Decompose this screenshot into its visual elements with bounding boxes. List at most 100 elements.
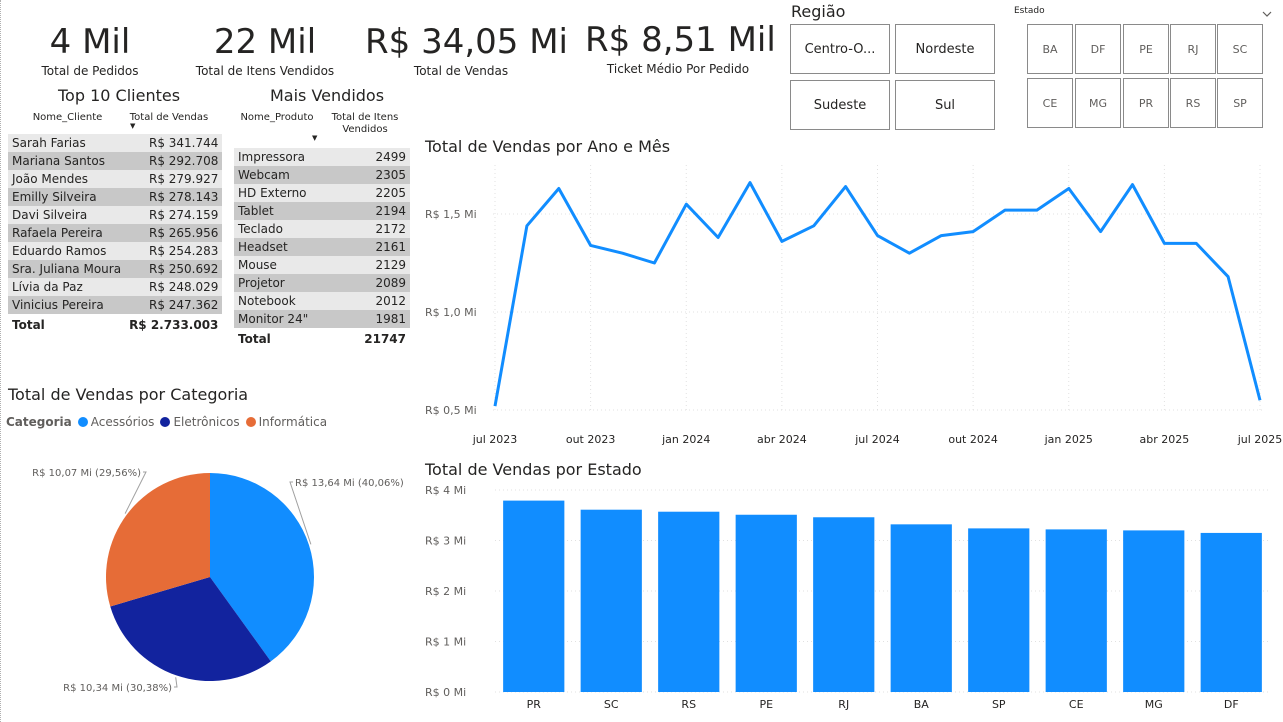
bar[interactable] [658, 511, 720, 692]
line-point[interactable] [1032, 205, 1042, 215]
table-row[interactable]: Sarah Farias R$ 341.744 [8, 134, 223, 152]
table-cell-value: R$ 274.159 [125, 206, 223, 224]
line-point[interactable] [1191, 238, 1201, 248]
line-point[interactable] [522, 221, 532, 231]
line-point[interactable] [649, 258, 659, 268]
bar[interactable] [1200, 532, 1262, 692]
y-tick-label: R$ 4 Mi [425, 484, 466, 497]
table-cell-name: Lívia da Paz [8, 278, 126, 296]
bar[interactable] [580, 509, 642, 692]
line-point[interactable] [1000, 205, 1010, 215]
table-row[interactable]: Davi Silveira R$ 274.159 [8, 206, 223, 224]
col-header-nome-cliente[interactable]: Nome_Cliente [20, 112, 115, 124]
bar[interactable] [968, 528, 1030, 692]
bar[interactable] [890, 524, 952, 692]
line-point[interactable] [1223, 272, 1233, 282]
line-point[interactable] [809, 221, 819, 231]
table-cell-name: Impressora [234, 148, 342, 166]
table-total-value: R$ 2.733.003 [125, 314, 223, 336]
legend-item-acessorios[interactable]: Acessórios [91, 415, 155, 429]
table-row[interactable]: Sra. Juliana Moura R$ 250.692 [8, 260, 223, 278]
bar[interactable] [735, 514, 797, 692]
table-row[interactable]: Impressora 2499 [234, 148, 410, 166]
kpi-value: 22 Mil [213, 22, 317, 62]
regiao-option-sudeste[interactable]: Sudeste [790, 80, 890, 130]
kpi-value: R$ 34,05 Mi [365, 22, 568, 62]
table-cell-name: Tablet [234, 202, 342, 220]
line-series[interactable] [493, 181, 1262, 407]
mais-vendidos-title: Mais Vendidos [270, 86, 385, 105]
table-row[interactable]: Lívia da Paz R$ 248.029 [8, 278, 223, 296]
estado-option-rj[interactable]: RJ [1170, 24, 1216, 74]
table-row[interactable]: Headset 2161 [234, 238, 410, 256]
table-row[interactable]: Mariana Santos R$ 292.708 [8, 152, 223, 170]
estado-option-sp[interactable]: SP [1217, 78, 1263, 128]
table-row[interactable]: Projetor 2089 [234, 274, 410, 292]
line-point[interactable] [1096, 227, 1106, 237]
line-point[interactable] [745, 178, 755, 188]
estado-option-ce[interactable]: CE [1027, 78, 1073, 128]
line-point[interactable] [1064, 184, 1074, 194]
line-point[interactable] [713, 233, 723, 243]
line-point[interactable] [968, 227, 978, 237]
line-point[interactable] [841, 182, 851, 192]
line-point[interactable] [936, 231, 946, 241]
line-point[interactable] [1159, 238, 1169, 248]
table-row[interactable]: Mouse 2129 [234, 256, 410, 274]
line-point[interactable] [618, 248, 628, 258]
table-row[interactable]: Eduardo Ramos R$ 254.283 [8, 242, 223, 260]
x-tick-label: out 2023 [566, 433, 616, 446]
estado-option-ba[interactable]: BA [1027, 24, 1073, 74]
table-cell-name: Sra. Juliana Moura [8, 260, 126, 278]
table-row[interactable]: Tablet 2194 [234, 202, 410, 220]
regiao-option-nordeste[interactable]: Nordeste [895, 24, 995, 74]
bar[interactable] [813, 517, 875, 692]
estado-option-sc[interactable]: SC [1217, 24, 1263, 74]
legend-item-informatica[interactable]: Informática [259, 415, 327, 429]
regiao-option-sul[interactable]: Sul [895, 80, 995, 130]
col-header-nome-produto[interactable]: Nome_Produto [236, 112, 318, 124]
table-row[interactable]: Vinicius Pereira R$ 247.362 [8, 296, 223, 314]
regiao-option-centro-oeste[interactable]: Centro-O... [790, 24, 890, 74]
table-cell-name: Vinicius Pereira [8, 296, 126, 314]
table-row[interactable]: Monitor 24" 1981 [234, 310, 410, 328]
line-point[interactable] [1255, 395, 1265, 405]
table-total-row: Total 21747 [234, 328, 410, 350]
table-row[interactable]: Rafaela Pereira R$ 265.956 [8, 224, 223, 242]
line-point[interactable] [777, 236, 787, 246]
top-clientes-title: Top 10 Clientes [58, 86, 181, 105]
x-tick-label: SC [604, 698, 619, 711]
estado-option-pr[interactable]: PR [1123, 78, 1169, 128]
col-header-total-itens[interactable]: Total de Itens Vendidos [327, 112, 403, 136]
line-point[interactable] [904, 248, 914, 258]
line-point[interactable] [873, 231, 883, 241]
x-tick-label: jul 2024 [854, 433, 900, 446]
estado-option-df[interactable]: DF [1075, 24, 1121, 74]
kpi-total-vendas: R$ 34,05 Mi Total de Vendas [365, 22, 568, 78]
estado-option-pe[interactable]: PE [1123, 24, 1169, 74]
pie-data-label: R$ 13,64 Mi (40,06%) [295, 478, 404, 489]
table-row[interactable]: HD Externo 2205 [234, 184, 410, 202]
table-row[interactable]: Emilly Silveira R$ 278.143 [8, 188, 223, 206]
col-header-total-vendas[interactable]: Total de Vendas [128, 112, 210, 124]
table-row[interactable]: João Mendes R$ 279.927 [8, 170, 223, 188]
table-cell-name: João Mendes [8, 170, 126, 188]
line-point[interactable] [490, 401, 500, 411]
x-tick-label: jul 2023 [472, 433, 518, 446]
line-point[interactable] [681, 199, 691, 209]
bar[interactable] [1045, 529, 1107, 692]
line-point[interactable] [1128, 180, 1138, 190]
table-row[interactable]: Notebook 2012 [234, 292, 410, 310]
legend-item-eletronicos[interactable]: Eletrônicos [173, 415, 239, 429]
table-row[interactable]: Teclado 2172 [234, 220, 410, 238]
line-point[interactable] [586, 240, 596, 250]
bar[interactable] [503, 500, 565, 692]
y-tick-label: R$ 1,5 Mi [425, 208, 477, 221]
estado-option-mg[interactable]: MG [1075, 78, 1121, 128]
chevron-down-icon[interactable] [1262, 4, 1272, 17]
estado-option-rs[interactable]: RS [1170, 78, 1216, 128]
table-row[interactable]: Webcam 2305 [234, 166, 410, 184]
bar-chart-title: Total de Vendas por Estado [425, 460, 642, 479]
line-point[interactable] [554, 184, 564, 194]
bar[interactable] [1123, 530, 1185, 692]
